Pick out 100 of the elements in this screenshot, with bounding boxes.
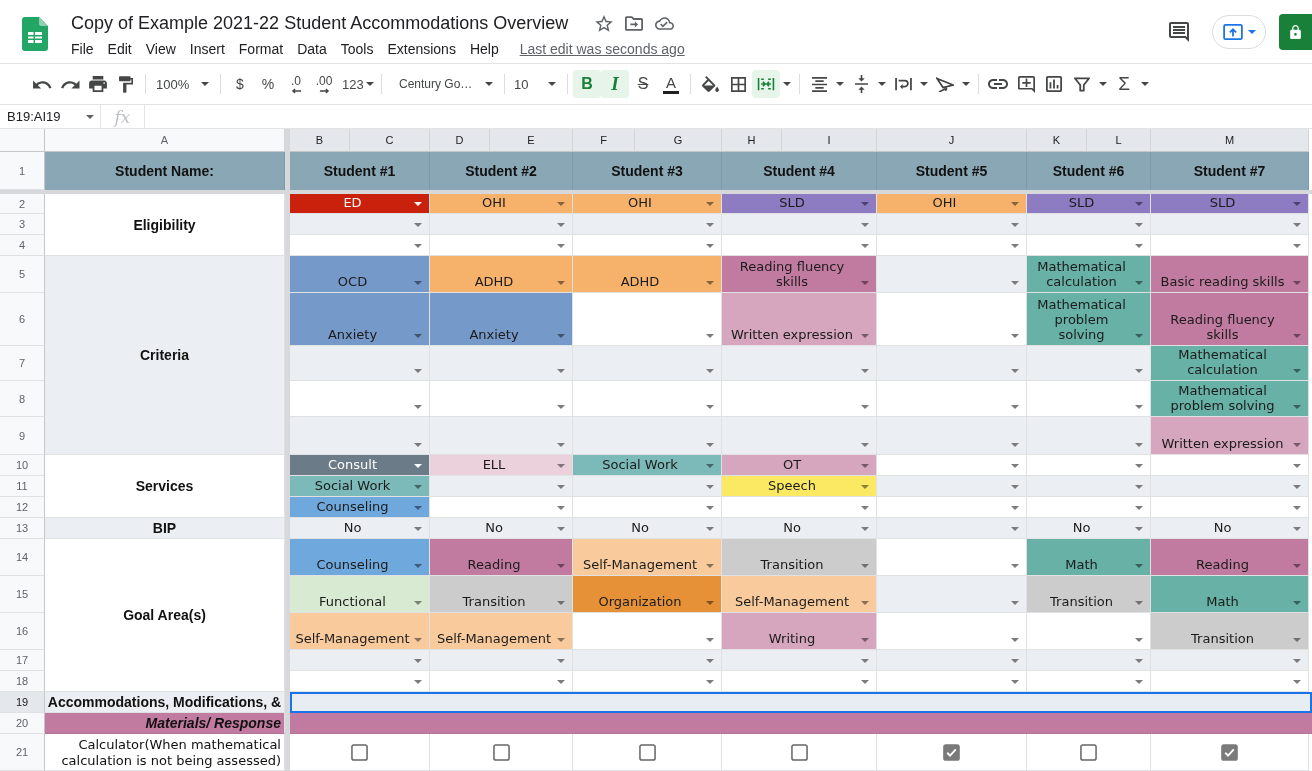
row-header[interactable]: 2 xyxy=(0,194,45,214)
row-header[interactable]: 15 xyxy=(0,576,45,613)
dropdown-cell[interactable] xyxy=(722,671,877,692)
menu-item[interactable]: Edit xyxy=(100,39,139,59)
chart-icon[interactable] xyxy=(1046,76,1062,92)
dropdown-cell[interactable] xyxy=(877,497,1027,518)
app-logo-icon[interactable] xyxy=(22,17,48,51)
borders-icon[interactable] xyxy=(730,76,746,92)
merge-cells-button[interactable] xyxy=(752,70,780,98)
caret-icon[interactable] xyxy=(414,202,422,206)
column-header[interactable]: B xyxy=(290,129,350,152)
caret-icon[interactable] xyxy=(706,405,714,409)
menu-item[interactable]: Tools xyxy=(333,39,381,59)
dropdown-cell[interactable] xyxy=(1027,235,1151,256)
dropdown-cell[interactable] xyxy=(573,613,722,650)
caret-icon[interactable] xyxy=(414,405,422,409)
column-header[interactable]: A xyxy=(45,129,285,152)
caret-icon[interactable] xyxy=(1293,464,1301,468)
document-title[interactable]: Copy of Example 2021-22 Student Accommodations Overview xyxy=(71,12,569,34)
dropdown-cell[interactable] xyxy=(290,214,430,235)
dropdown-cell[interactable] xyxy=(573,381,722,417)
row-header[interactable]: 18 xyxy=(0,671,45,692)
dropdown-cell[interactable] xyxy=(1027,346,1151,381)
dropdown-cell[interactable]: Organization xyxy=(573,576,722,613)
column-header[interactable]: M xyxy=(1151,129,1309,152)
dropdown-cell[interactable]: Transition xyxy=(430,576,573,613)
increase-decimals-button[interactable]: .00 xyxy=(310,70,338,98)
dropdown-cell[interactable] xyxy=(573,214,722,235)
dropdown-cell[interactable] xyxy=(290,235,430,256)
paint-bucket-icon[interactable] xyxy=(701,76,719,92)
paint-roller-icon[interactable] xyxy=(119,75,133,93)
dropdown-cell[interactable]: Transition xyxy=(722,539,877,576)
dropdown-cell[interactable]: Mathematical calculation xyxy=(1027,256,1151,293)
dropdown-cell[interactable] xyxy=(1027,455,1151,476)
add-comment-icon[interactable] xyxy=(1017,75,1035,93)
font-size-dropdown[interactable]: 10 xyxy=(510,70,562,98)
link-icon[interactable] xyxy=(988,79,1008,89)
caret-icon[interactable] xyxy=(1135,638,1143,642)
dropdown-cell[interactable]: Reading xyxy=(430,539,573,576)
caret-icon[interactable] xyxy=(878,82,886,86)
dropdown-cell[interactable]: Basic reading skills xyxy=(1151,256,1309,293)
row-header[interactable]: 16 xyxy=(0,613,45,650)
row-header[interactable]: 20 xyxy=(0,713,45,734)
caret-icon[interactable] xyxy=(414,680,422,684)
dropdown-cell[interactable] xyxy=(1151,671,1309,692)
caret-icon[interactable] xyxy=(1135,405,1143,409)
column-header[interactable]: E xyxy=(490,129,573,152)
checkbox[interactable] xyxy=(638,743,656,761)
dropdown-cell[interactable]: SLD xyxy=(1027,194,1151,214)
dropdown-cell[interactable] xyxy=(877,293,1027,346)
number-format-dropdown[interactable]: 123 xyxy=(338,70,376,98)
row-header[interactable]: 7 xyxy=(0,346,45,381)
column-header[interactable]: H xyxy=(722,129,782,152)
caret-icon[interactable] xyxy=(1011,564,1019,568)
row-header[interactable]: 6 xyxy=(0,293,45,346)
dropdown-cell[interactable] xyxy=(290,650,430,671)
caret-icon[interactable] xyxy=(706,680,714,684)
dropdown-cell[interactable] xyxy=(877,214,1027,235)
dropdown-cell[interactable] xyxy=(722,235,877,256)
dropdown-cell[interactable] xyxy=(1027,476,1151,497)
dropdown-cell[interactable]: Self-Management xyxy=(722,576,877,613)
row-header[interactable]: 5 xyxy=(0,256,45,293)
caret-icon[interactable] xyxy=(962,82,970,86)
caret-icon[interactable] xyxy=(557,244,565,248)
caret-icon[interactable] xyxy=(1141,82,1149,86)
caret-icon[interactable] xyxy=(1135,680,1143,684)
dropdown-cell[interactable] xyxy=(1027,650,1151,671)
menu-item[interactable]: Extensions xyxy=(380,39,463,59)
caret-icon[interactable] xyxy=(861,244,869,248)
caret-icon[interactable] xyxy=(706,638,714,642)
menu-item[interactable]: File xyxy=(64,39,101,59)
dropdown-cell[interactable]: No xyxy=(290,518,430,539)
caret-icon[interactable] xyxy=(861,506,869,510)
dropdown-cell[interactable] xyxy=(573,497,722,518)
caret-icon[interactable] xyxy=(1293,506,1301,510)
dropdown-cell[interactable]: No xyxy=(1151,518,1309,539)
percent-button[interactable]: % xyxy=(254,70,282,98)
caret-icon[interactable] xyxy=(783,82,791,86)
zoom-dropdown[interactable]: 100% xyxy=(151,70,215,98)
menu-item[interactable]: Format xyxy=(231,39,291,59)
dropdown-cell[interactable] xyxy=(290,671,430,692)
dropdown-cell[interactable]: Mathematical problem solving xyxy=(1151,381,1309,417)
dropdown-cell[interactable]: Writing xyxy=(722,613,877,650)
dropdown-cell[interactable] xyxy=(1027,613,1151,650)
caret-icon[interactable] xyxy=(706,506,714,510)
caret-icon[interactable] xyxy=(836,82,844,86)
column-header[interactable]: K xyxy=(1027,129,1087,152)
dropdown-cell[interactable] xyxy=(877,650,1027,671)
strikethrough-button[interactable]: S xyxy=(629,70,657,98)
dropdown-cell[interactable] xyxy=(722,214,877,235)
checkbox[interactable] xyxy=(790,743,808,761)
caret-icon[interactable] xyxy=(1293,680,1301,684)
row-header[interactable]: 4 xyxy=(0,235,45,256)
dropdown-cell[interactable] xyxy=(722,417,877,455)
dropdown-cell[interactable] xyxy=(877,518,1027,539)
row-header[interactable]: 10 xyxy=(0,455,45,476)
dropdown-cell[interactable] xyxy=(573,346,722,381)
undo-icon[interactable] xyxy=(32,79,52,89)
dropdown-cell[interactable] xyxy=(722,497,877,518)
name-box[interactable]: B19:AI19 xyxy=(0,105,101,128)
